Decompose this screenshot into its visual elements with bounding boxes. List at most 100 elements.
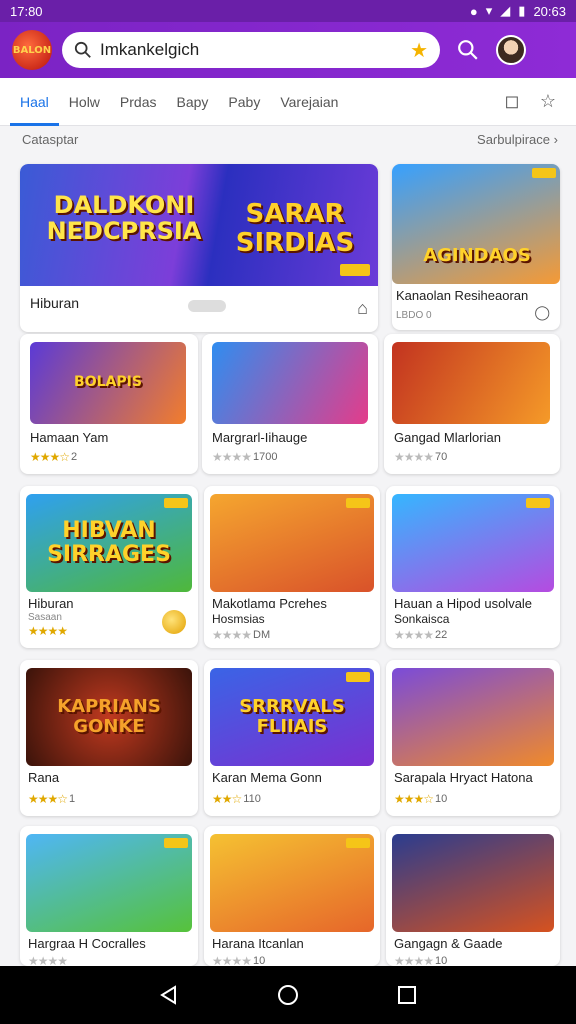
game-name: Harana Itcanlan [212, 936, 304, 951]
game-thumb: BOLAPIS [30, 342, 186, 424]
game-rating: ★★★☆ 2 [30, 450, 77, 464]
back-button[interactable] [149, 975, 189, 1015]
chat-icon[interactable]: ◯ [534, 304, 550, 321]
game-card[interactable]: Sarapala Hryact Hatona ★★★☆ 10 [386, 660, 560, 816]
game-badge [164, 838, 188, 848]
tab-label: Varejaian [280, 93, 339, 110]
recents-button[interactable] [387, 975, 427, 1015]
featured-name: Hiburan [30, 295, 80, 311]
side-featured-banner-text: AGINDAOS [423, 245, 531, 267]
game-card[interactable]: Gangad Mlarlorian ★★★★ 70 [384, 334, 560, 474]
status-icons: ● ▾ ◢ ▮ 20:63 [470, 3, 566, 19]
game-card[interactable]: HIBVAN SIRRAGES Hiburan Sasaan ★★★★ [20, 486, 198, 648]
game-sub: Sonkaisca [394, 612, 450, 626]
game-thumb [392, 668, 554, 766]
home-icon [277, 985, 298, 1005]
rating-stars: ★★★★ [212, 628, 252, 642]
game-card[interactable]: BOLAPIS Hamaan Yam ★★★☆ 2 [20, 334, 198, 474]
game-name: Gangagn & Gaade [394, 936, 503, 951]
tab-label: Holw [68, 93, 100, 110]
rating-count: 2 [71, 451, 78, 463]
game-rating: ★★☆ 110 [212, 792, 261, 806]
tab-label: Bapy [176, 93, 209, 110]
rating-stars: ★★★★ [212, 450, 252, 464]
section-link-text: Saɾbulpirace [477, 132, 551, 147]
rating-stars: ★★★☆ [394, 792, 434, 806]
category-tabs: Haal Holw Prdas Bapy Paby Varejaian ◻ ☆ [0, 78, 576, 126]
game-card[interactable]: Hargraa H Cocralles ★★★★ [20, 826, 198, 966]
game-thumb: KAPRIANS GONKE [26, 668, 192, 766]
star-outline-icon[interactable]: ☆ [530, 84, 566, 120]
game-card[interactable]: Gangagn & Gaade ★★★★ 10 [386, 826, 560, 966]
status-bar: 17:80 ● ▾ ◢ ▮ 20:63 [0, 0, 576, 22]
game-thumb [392, 834, 554, 932]
game-card[interactable]: Hauan a Hipod usolvale Sonkaisca ★★★★ 22 [386, 486, 560, 648]
square-icon[interactable]: ◻ [494, 84, 530, 120]
search-input[interactable]: Imkankelgich [100, 40, 402, 60]
recents-icon [397, 986, 416, 1004]
tab-5[interactable]: Varejaian [270, 78, 348, 126]
game-card[interactable]: Harana Itcanlan ★★★★ 10 [204, 826, 380, 966]
bookmark-icon[interactable]: ⌂ [357, 298, 368, 319]
rating-stars: ★★★☆ [28, 792, 68, 806]
search-button[interactable] [450, 32, 486, 68]
battery-icon: ▮ [518, 3, 526, 18]
rating-count: 1700 [253, 451, 278, 463]
featured-badge [340, 264, 370, 276]
game-rating: ★★★★ 22 [394, 628, 447, 642]
tab-3[interactable]: Bapy [167, 78, 219, 126]
game-name: Margrarl-Iihauge [212, 430, 308, 445]
game-badge [164, 498, 188, 508]
section-header: Catasptar Saɾbulpirace › [22, 132, 558, 147]
section-title: Catasptar [22, 132, 79, 147]
game-name: Karan Mema Gonn [212, 770, 322, 785]
rating-stars: ★★★★ [28, 954, 68, 966]
game-card[interactable]: Margrarl-Iihauge ★★★★ 1700 [202, 334, 378, 474]
tab-label: Paby [228, 93, 261, 110]
game-thumb [26, 834, 192, 932]
star-icon[interactable]: ★ [410, 38, 428, 63]
tab-1[interactable]: Holw [59, 78, 110, 126]
game-name: Rana [28, 770, 60, 785]
tab-0[interactable]: Haal [10, 78, 59, 126]
game-badge [346, 672, 370, 682]
game-banner-text: HIBVAN SIRRAGES [47, 517, 171, 567]
game-name: Hiburan [28, 596, 74, 611]
side-featured-card[interactable]: AGINDAOS Kanaolan Resiheaoran LBDO 0 ◯ [392, 164, 560, 330]
game-rating: ★★★★ DM [212, 628, 270, 642]
game-name: Sarapala Hryact Hatona [394, 770, 533, 785]
game-card[interactable]: KAPRIANS GONKE Rana ★★★☆ 1 [20, 660, 198, 816]
rating-count: 1 [69, 793, 76, 805]
section-link[interactable]: Saɾbulpirace › [477, 132, 558, 147]
avatar[interactable] [496, 35, 526, 65]
game-thumb [392, 342, 550, 424]
location-icon: ● [469, 3, 478, 19]
wifi-icon: ▾ [485, 3, 493, 18]
game-rating: ★★★☆ 1 [28, 792, 75, 806]
game-rating: ★★★★ [28, 624, 69, 638]
tab-2[interactable]: Prdas [110, 78, 167, 126]
game-rating: ★★★★ [28, 954, 69, 966]
rating-stars: ★★★★ [394, 450, 434, 464]
tab-4[interactable]: Paby [218, 78, 270, 126]
featured-banner-right: SARAR SIRDIAS [235, 199, 355, 258]
featured-banner-left: DALDKONI NEDCPRSIA [46, 191, 202, 246]
coin-icon [162, 610, 186, 634]
featured-card[interactable]: DALDKONI NEDCPRSIA SARAR SIRDIAS Hiburan… [20, 164, 378, 332]
tab-label: Prdas [119, 93, 157, 110]
game-card[interactable]: Makotlamɑ Pcrehes Hosmsias ★★★★ DM [204, 486, 380, 648]
game-rating: ★★★★ 10 [394, 954, 447, 966]
side-featured-name: Kanaolan Resiheaoran [396, 288, 529, 303]
search-field[interactable]: Imkankelgich ★ [62, 32, 440, 68]
game-banner-text: BOLAPIS [74, 374, 142, 391]
rating-count: 22 [435, 629, 448, 641]
game-card[interactable]: SRRRVALS FLIIAIS Karan Mema Gonn ★★☆ 110 [204, 660, 380, 816]
back-icon [160, 985, 177, 1005]
status-right-text: 20:63 [533, 3, 566, 19]
home-button[interactable] [268, 975, 308, 1015]
rating-stars: ★★★★ [394, 628, 434, 642]
game-thumb [212, 342, 368, 424]
side-featured-badge [532, 168, 556, 178]
game-thumb: SRRRVALS FLIIAIS [210, 668, 374, 766]
app-logo[interactable]: BALON [12, 30, 52, 70]
